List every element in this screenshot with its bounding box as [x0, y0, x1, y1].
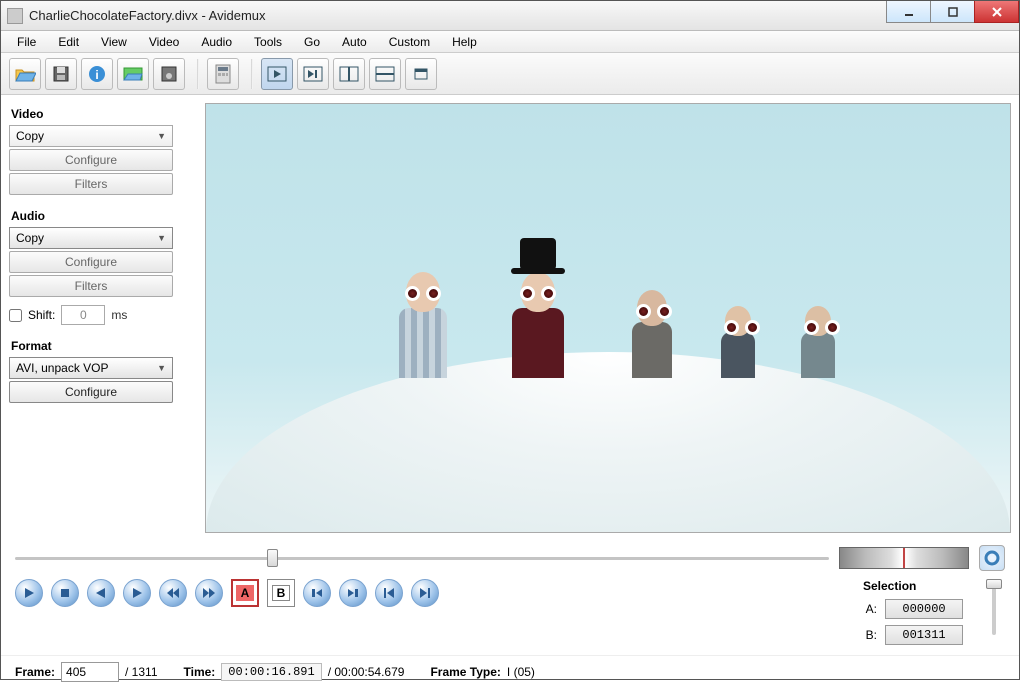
next-keyframe-button[interactable] [195, 579, 223, 607]
format-configure-button[interactable]: Configure [9, 381, 173, 403]
sidebar: Video Copy▼ Configure Filters Audio Copy… [9, 103, 195, 533]
shift-spinner[interactable]: 0 [61, 305, 105, 325]
image-open-icon[interactable] [117, 58, 149, 90]
main: Video Copy▼ Configure Filters Audio Copy… [1, 95, 1019, 541]
play-button[interactable] [15, 579, 43, 607]
selection-panel: Selection A: 000000 B: 001311 [863, 579, 969, 651]
prev-black-frame-button[interactable] [303, 579, 331, 607]
jog-wheel[interactable] [839, 547, 969, 569]
video-configure-button[interactable]: Configure [9, 149, 173, 171]
selection-b-value[interactable]: 001311 [885, 625, 963, 645]
go-start-button[interactable] [375, 579, 403, 607]
scrubber-row [1, 541, 1019, 575]
menu-go[interactable]: Go [294, 32, 330, 52]
selection-a-label: A: [863, 602, 877, 616]
minimize-button[interactable] [886, 1, 931, 23]
time-value: 00:00:16.891 [221, 663, 321, 681]
stop-button[interactable] [51, 579, 79, 607]
chevron-down-icon: ▼ [157, 363, 166, 373]
go-end-button[interactable] [411, 579, 439, 607]
save-disk-icon[interactable] [153, 58, 185, 90]
menu-tools[interactable]: Tools [244, 32, 292, 52]
maximize-button[interactable] [930, 1, 975, 23]
toolbar-separator [197, 59, 199, 89]
menu-view[interactable]: View [91, 32, 137, 52]
play-window-icon[interactable] [261, 58, 293, 90]
total-time: / 00:00:54.679 [328, 665, 405, 679]
video-codec-combo[interactable]: Copy▼ [9, 125, 173, 147]
audio-configure-button[interactable]: Configure [9, 251, 173, 273]
video-section-label: Video [11, 107, 195, 121]
toolbar: i [1, 53, 1019, 95]
audio-codec-combo[interactable]: Copy▼ [9, 227, 173, 249]
marker-b-button[interactable]: B [267, 579, 295, 607]
titlebar: CharlieChocolateFactory.divx - Avidemux [1, 1, 1019, 31]
toolbar-separator [251, 59, 253, 89]
chevron-down-icon: ▼ [157, 233, 166, 243]
menubar: File Edit View Video Audio Tools Go Auto… [1, 31, 1019, 53]
menu-edit[interactable]: Edit [48, 32, 89, 52]
prev-frame-button[interactable] [87, 579, 115, 607]
timeline-scrubber[interactable] [15, 548, 829, 568]
next-frame-button[interactable] [123, 579, 151, 607]
volume-slider[interactable] [983, 579, 1005, 635]
window-small-icon[interactable] [405, 58, 437, 90]
calculator-icon[interactable] [207, 58, 239, 90]
next-black-frame-button[interactable] [339, 579, 367, 607]
save-icon[interactable] [45, 58, 77, 90]
playback-bar: A B Selection A: 000000 B: 001311 [1, 575, 1019, 655]
selection-a-value[interactable]: 000000 [885, 599, 963, 619]
chevron-down-icon: ▼ [157, 131, 166, 141]
menu-auto[interactable]: Auto [332, 32, 377, 52]
shift-unit: ms [111, 308, 127, 322]
menu-video[interactable]: Video [139, 32, 189, 52]
shift-label: Shift: [28, 308, 55, 322]
audio-filters-button[interactable]: Filters [9, 275, 173, 297]
frametype-value: I (05) [507, 665, 535, 679]
menu-file[interactable]: File [7, 32, 46, 52]
frame-input[interactable] [61, 662, 119, 682]
format-section-label: Format [11, 339, 195, 353]
audio-section-label: Audio [11, 209, 195, 223]
svg-text:i: i [95, 68, 98, 82]
statusbar: Frame: / 1311 Time: 00:00:16.891 / 00:00… [1, 655, 1019, 688]
video-preview [205, 103, 1011, 533]
marker-a-button[interactable]: A [231, 579, 259, 607]
app-icon [7, 8, 23, 24]
split-vertical-icon[interactable] [333, 58, 365, 90]
window-title: CharlieChocolateFactory.divx - Avidemux [29, 8, 1013, 23]
open-icon[interactable] [9, 58, 41, 90]
selection-b-label: B: [863, 628, 877, 642]
total-frames: / 1311 [125, 665, 157, 679]
menu-custom[interactable]: Custom [379, 32, 440, 52]
frametype-label: Frame Type: [430, 665, 500, 679]
disc-button[interactable] [979, 545, 1005, 571]
prev-keyframe-button[interactable] [159, 579, 187, 607]
frame-label: Frame: [15, 665, 55, 679]
time-label: Time: [184, 665, 216, 679]
format-combo[interactable]: AVI, unpack VOP▼ [9, 357, 173, 379]
menu-audio[interactable]: Audio [191, 32, 242, 52]
info-icon[interactable]: i [81, 58, 113, 90]
split-horizontal-icon[interactable] [369, 58, 401, 90]
menu-help[interactable]: Help [442, 32, 487, 52]
video-filters-button[interactable]: Filters [9, 173, 173, 195]
audio-shift-checkbox[interactable] [9, 309, 22, 322]
close-button[interactable] [974, 1, 1019, 23]
selection-label: Selection [863, 579, 963, 593]
next-window-icon[interactable] [297, 58, 329, 90]
